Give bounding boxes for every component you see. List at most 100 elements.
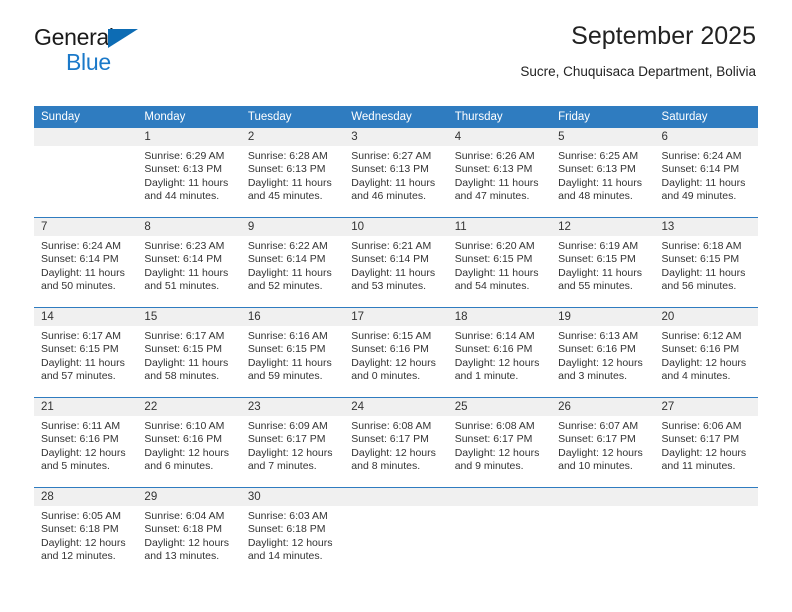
day-number: 1 bbox=[137, 128, 241, 146]
day-sunset-text: Sunset: 6:16 PM bbox=[41, 433, 119, 446]
day-cell-content: 15 Sunrise: 6:17 AM Sunset: 6:15 PM Dayligh… bbox=[137, 308, 241, 397]
day-sunset-text: Sunset: 6:16 PM bbox=[144, 433, 223, 446]
calendar-day-cell[interactable] bbox=[447, 487, 552, 577]
calendar-day-cell[interactable] bbox=[344, 487, 448, 577]
day-daylight2-text: and 59 minutes. bbox=[247, 370, 323, 383]
day-daylight1-text: Daylight: 12 hours bbox=[454, 446, 540, 459]
day-sunset-text: Sunset: 6:15 PM bbox=[661, 253, 740, 266]
calendar-day-cell[interactable]: 6 Sunrise: 6:24 AM Sunset: 6:14 PM Daylight… bbox=[654, 128, 758, 218]
day-sun-info bbox=[551, 506, 654, 510]
day-number: 13 bbox=[654, 218, 758, 236]
calendar-day-cell[interactable]: 28 Sunrise: 6:05 AM Sunset: 6:18 PM Dayligh… bbox=[34, 487, 138, 577]
calendar-day-cell[interactable]: 7 Sunrise: 6:24 AM Sunset: 6:14 PM Daylight… bbox=[34, 217, 138, 308]
day-daylight2-text: and 54 minutes. bbox=[454, 280, 530, 293]
day-cell-content: 7 Sunrise: 6:24 AM Sunset: 6:14 PM Daylight… bbox=[34, 218, 138, 307]
day-sunrise-text: Sunrise: 6:10 AM bbox=[144, 420, 225, 432]
day-daylight2-text: and 14 minutes. bbox=[247, 550, 323, 563]
day-sun-info bbox=[655, 506, 758, 510]
calendar-day-cell[interactable]: 26 Sunrise: 6:07 AM Sunset: 6:17 PM Dayligh… bbox=[551, 397, 655, 488]
calendar-day-cell[interactable]: 17 Sunrise: 6:15 AM Sunset: 6:16 PM Dayligh… bbox=[344, 307, 448, 398]
day-cell-content: 30 Sunrise: 6:03 AM Sunset: 6:18 PM Dayligh… bbox=[240, 488, 345, 577]
calendar-day-cell[interactable] bbox=[551, 487, 655, 577]
day-daylight1-text: Daylight: 12 hours bbox=[661, 446, 747, 459]
day-sun-info bbox=[448, 506, 551, 510]
day-daylight2-text: and 58 minutes. bbox=[144, 370, 220, 383]
calendar-day-cell[interactable]: 3 Sunrise: 6:27 AM Sunset: 6:13 PM Daylight… bbox=[344, 128, 448, 218]
day-number: 30 bbox=[240, 488, 345, 506]
day-sun-info: Sunrise: 6:21 AM Sunset: 6:14 PM Daylight:… bbox=[344, 236, 447, 294]
day-daylight2-text: and 51 minutes. bbox=[144, 280, 220, 293]
day-daylight2-text: and 11 minutes. bbox=[661, 460, 736, 473]
day-sunrise-text: Sunrise: 6:29 AM bbox=[144, 150, 225, 162]
day-cell-content: 11 Sunrise: 6:20 AM Sunset: 6:15 PM Dayligh… bbox=[447, 218, 552, 307]
day-sunrise-text: Sunrise: 6:07 AM bbox=[558, 420, 639, 432]
day-sunset-text: Sunset: 6:14 PM bbox=[351, 253, 429, 266]
calendar-day-cell[interactable]: 21 Sunrise: 6:11 AM Sunset: 6:16 PM Dayligh… bbox=[34, 397, 138, 488]
calendar-day-cell[interactable]: 23 Sunrise: 6:09 AM Sunset: 6:17 PM Dayligh… bbox=[240, 397, 345, 488]
calendar-day-cell[interactable]: 25 Sunrise: 6:08 AM Sunset: 6:17 PM Dayligh… bbox=[447, 397, 552, 488]
calendar-day-cell[interactable]: 2 Sunrise: 6:28 AM Sunset: 6:13 PM Daylight… bbox=[240, 128, 345, 218]
day-daylight1-text: Daylight: 12 hours bbox=[351, 356, 436, 369]
calendar-day-cell[interactable]: 20 Sunrise: 6:12 AM Sunset: 6:16 PM Dayligh… bbox=[654, 307, 758, 398]
day-daylight2-text: and 7 minutes. bbox=[247, 460, 317, 473]
day-cell-content: 25 Sunrise: 6:08 AM Sunset: 6:17 PM Dayligh… bbox=[447, 398, 552, 487]
calendar-day-cell[interactable]: 29 Sunrise: 6:04 AM Sunset: 6:18 PM Dayligh… bbox=[137, 487, 241, 577]
calendar-day-cell[interactable]: 8 Sunrise: 6:23 AM Sunset: 6:14 PM Daylight… bbox=[137, 217, 241, 308]
calendar-day-cell[interactable]: 13 Sunrise: 6:18 AM Sunset: 6:15 PM Dayligh… bbox=[654, 217, 758, 308]
calendar-week-row: 21 Sunrise: 6:11 AM Sunset: 6:16 PM Dayligh… bbox=[34, 397, 758, 488]
general-blue-logo[interactable]: General Blue bbox=[34, 26, 164, 74]
calendar-day-cell[interactable]: 1 Sunrise: 6:29 AM Sunset: 6:13 PM Daylight… bbox=[137, 128, 241, 218]
day-number: 21 bbox=[34, 398, 138, 416]
day-number bbox=[654, 488, 758, 506]
day-number: 14 bbox=[34, 308, 138, 326]
calendar-day-cell[interactable]: 19 Sunrise: 6:13 AM Sunset: 6:16 PM Dayligh… bbox=[551, 307, 655, 398]
day-daylight1-text: Daylight: 11 hours bbox=[247, 176, 332, 189]
calendar-day-cell[interactable]: 16 Sunrise: 6:16 AM Sunset: 6:15 PM Dayligh… bbox=[240, 307, 345, 398]
day-sunrise-text: Sunrise: 6:04 AM bbox=[144, 510, 225, 522]
calendar-day-cell[interactable] bbox=[654, 487, 758, 577]
day-sunrise-text: Sunrise: 6:05 AM bbox=[41, 510, 121, 522]
calendar-header-row: Sunday Monday Tuesday Wednesday Thursday… bbox=[34, 106, 758, 128]
day-sunrise-text: Sunrise: 6:06 AM bbox=[661, 420, 742, 432]
day-cell-content: 19 Sunrise: 6:13 AM Sunset: 6:16 PM Dayligh… bbox=[551, 308, 655, 397]
day-sun-info: Sunrise: 6:12 AM Sunset: 6:16 PM Daylight:… bbox=[655, 326, 758, 384]
day-number: 15 bbox=[137, 308, 241, 326]
calendar-day-cell[interactable]: 24 Sunrise: 6:08 AM Sunset: 6:17 PM Dayligh… bbox=[344, 397, 448, 488]
calendar-day-cell[interactable]: 18 Sunrise: 6:14 AM Sunset: 6:16 PM Dayligh… bbox=[447, 307, 552, 398]
weekday-header-sunday: Sunday bbox=[34, 106, 138, 128]
day-sunrise-text: Sunrise: 6:03 AM bbox=[247, 510, 328, 522]
calendar-day-cell[interactable]: 5 Sunrise: 6:25 AM Sunset: 6:13 PM Daylight… bbox=[551, 128, 655, 218]
calendar-day-cell[interactable]: 10 Sunrise: 6:21 AM Sunset: 6:14 PM Dayligh… bbox=[344, 217, 448, 308]
day-cell-content: 9 Sunrise: 6:22 AM Sunset: 6:14 PM Daylight… bbox=[240, 218, 345, 307]
calendar-day-cell[interactable]: 22 Sunrise: 6:10 AM Sunset: 6:16 PM Dayligh… bbox=[137, 397, 241, 488]
calendar-day-cell[interactable]: 4 Sunrise: 6:26 AM Sunset: 6:13 PM Daylight… bbox=[447, 128, 552, 218]
day-sunrise-text: Sunrise: 6:21 AM bbox=[351, 240, 432, 252]
calendar-day-cell[interactable]: 11 Sunrise: 6:20 AM Sunset: 6:15 PM Dayligh… bbox=[447, 217, 552, 308]
day-sunset-text: Sunset: 6:14 PM bbox=[661, 163, 740, 176]
calendar-day-cell[interactable]: 12 Sunrise: 6:19 AM Sunset: 6:15 PM Dayligh… bbox=[551, 217, 655, 308]
day-sun-info: Sunrise: 6:06 AM Sunset: 6:17 PM Daylight:… bbox=[655, 416, 758, 474]
day-sunset-text: Sunset: 6:13 PM bbox=[454, 163, 533, 176]
calendar-day-cell[interactable] bbox=[34, 128, 138, 218]
day-sunset-text: Sunset: 6:13 PM bbox=[558, 163, 636, 176]
day-sunrise-text: Sunrise: 6:27 AM bbox=[351, 150, 432, 162]
day-sunset-text: Sunset: 6:15 PM bbox=[247, 343, 326, 356]
calendar-day-cell[interactable]: 27 Sunrise: 6:06 AM Sunset: 6:17 PM Dayligh… bbox=[654, 397, 758, 488]
calendar-day-cell[interactable]: 9 Sunrise: 6:22 AM Sunset: 6:14 PM Daylight… bbox=[240, 217, 345, 308]
day-sun-info: Sunrise: 6:04 AM Sunset: 6:18 PM Daylight:… bbox=[137, 506, 240, 564]
calendar-day-cell[interactable]: 15 Sunrise: 6:17 AM Sunset: 6:15 PM Dayligh… bbox=[137, 307, 241, 398]
day-sunset-text: Sunset: 6:13 PM bbox=[351, 163, 429, 176]
day-daylight2-text: and 12 minutes. bbox=[41, 550, 116, 563]
day-cell-content: 10 Sunrise: 6:21 AM Sunset: 6:14 PM Dayligh… bbox=[344, 218, 448, 307]
triangle-icon bbox=[108, 29, 138, 48]
day-daylight2-text: and 0 minutes. bbox=[351, 370, 421, 383]
calendar-day-cell[interactable]: 14 Sunrise: 6:17 AM Sunset: 6:15 PM Dayligh… bbox=[34, 307, 138, 398]
day-sunrise-text: Sunrise: 6:11 AM bbox=[41, 420, 121, 432]
calendar-day-cell[interactable]: 30 Sunrise: 6:03 AM Sunset: 6:18 PM Dayligh… bbox=[240, 487, 345, 577]
day-number: 28 bbox=[34, 488, 138, 506]
day-cell-content: 2 Sunrise: 6:28 AM Sunset: 6:13 PM Daylight… bbox=[240, 128, 345, 217]
day-daylight2-text: and 50 minutes. bbox=[41, 280, 116, 293]
day-sunset-text: Sunset: 6:15 PM bbox=[454, 253, 533, 266]
day-sun-info: Sunrise: 6:25 AM Sunset: 6:13 PM Daylight:… bbox=[551, 146, 654, 204]
day-sunrise-text: Sunrise: 6:13 AM bbox=[558, 330, 639, 342]
